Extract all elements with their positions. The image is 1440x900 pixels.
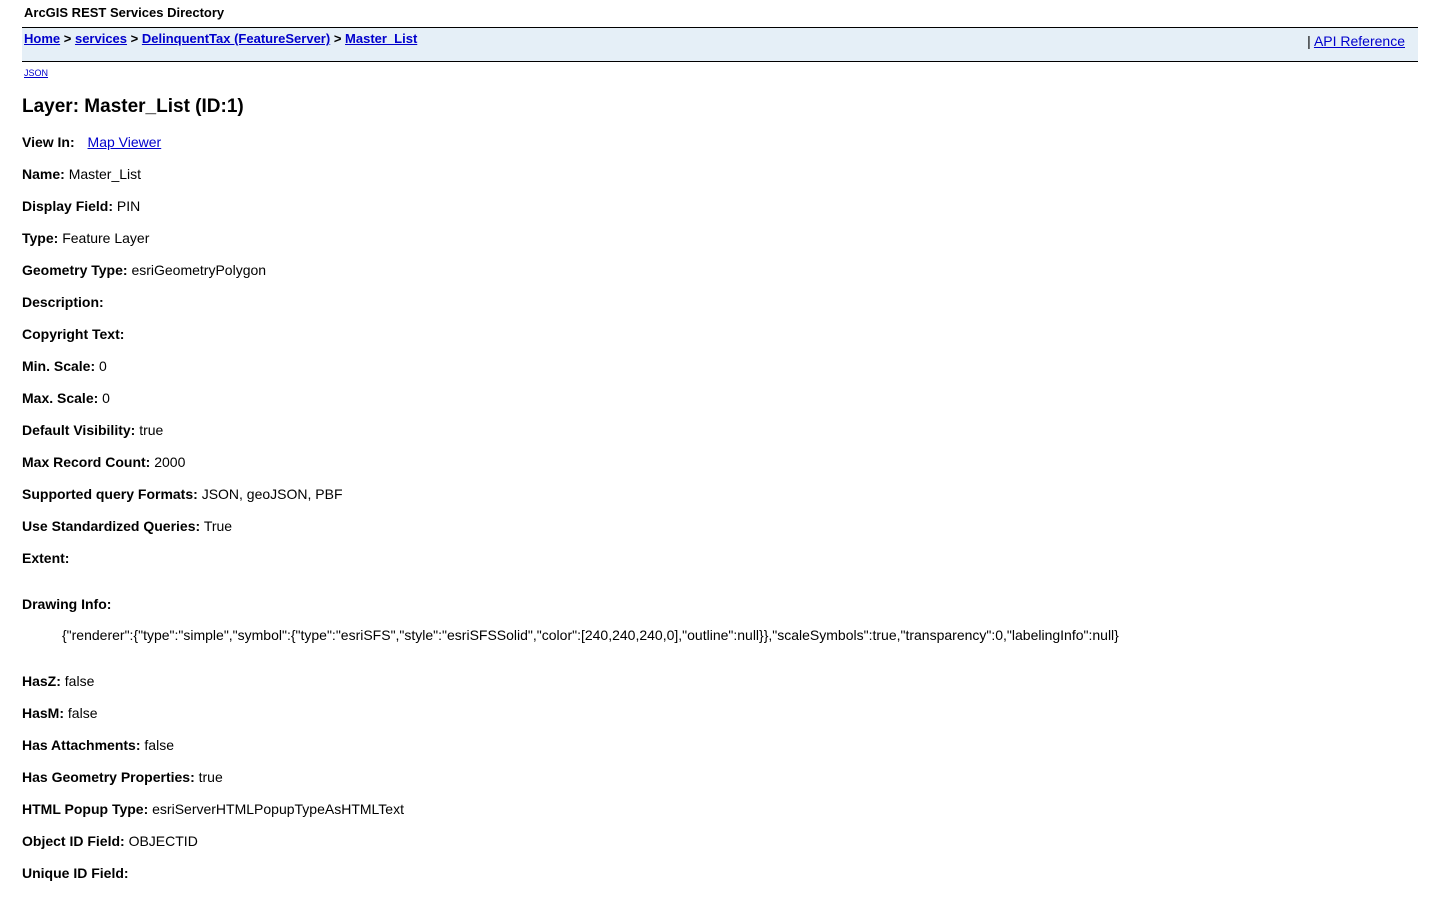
field-label: Name: [22, 166, 65, 182]
field-extent: Extent: [22, 550, 69, 567]
field-hasz: HasZ: false [22, 673, 94, 690]
field-label: Max Record Count: [22, 454, 151, 470]
field-value: Master_List [68, 166, 142, 182]
field-value: Feature Layer [62, 230, 150, 246]
view-in-label: View In: [22, 134, 75, 150]
field-label: Use Standardized Queries: [22, 518, 201, 534]
field-max-record-count: Max Record Count: 2000 [22, 454, 185, 471]
field-label: Min. Scale: [22, 358, 96, 374]
field-value: OBJECTID [128, 833, 198, 849]
page: ArcGIS REST Services Directory Home > se… [0, 0, 1440, 900]
field-value: 0 [99, 358, 107, 374]
breadcrumb: Home > services > DelinquentTax (Feature… [24, 31, 417, 46]
api-reference: | API Reference [1307, 33, 1405, 49]
app-title: ArcGIS REST Services Directory [24, 5, 225, 20]
field-value: 2000 [154, 454, 186, 470]
api-separator: | [1307, 33, 1311, 49]
field-value: JSON, geoJSON, PBF [201, 486, 343, 502]
field-supported-query-formats: Supported query Formats: JSON, geoJSON, … [22, 486, 343, 503]
breadcrumb-featureserver[interactable]: DelinquentTax (FeatureServer) [142, 31, 330, 46]
field-label: HasM: [22, 705, 65, 721]
field-hasm: HasM: false [22, 705, 97, 722]
field-label: Supported query Formats: [22, 486, 198, 502]
field-value: true [198, 769, 223, 785]
field-has-geometry-properties: Has Geometry Properties: true [22, 769, 223, 786]
field-label: Extent: [22, 550, 70, 566]
field-label: Type: [22, 230, 59, 246]
field-label: Display Field: [22, 198, 114, 214]
breadcrumb-bar: Home > services > DelinquentTax (Feature… [22, 28, 1418, 62]
field-value: 0 [102, 390, 110, 406]
field-unique-id-field: Unique ID Field: [22, 865, 129, 882]
map-viewer-link[interactable]: Map Viewer [88, 134, 162, 150]
field-label: Drawing Info: [22, 596, 112, 612]
field-value: true [139, 422, 164, 438]
field-label: Object ID Field: [22, 833, 125, 849]
field-label: Unique ID Field: [22, 865, 129, 881]
field-label: Max. Scale: [22, 390, 99, 406]
field-label: Has Attachments: [22, 737, 141, 753]
breadcrumb-layer[interactable]: Master_List [345, 31, 417, 46]
field-value: false [144, 737, 174, 753]
field-label: Geometry Type: [22, 262, 128, 278]
page-title: Layer: Master_List (ID:1) [22, 96, 244, 117]
field-label: Default Visibility: [22, 422, 136, 438]
field-drawing-info: Drawing Info: [22, 596, 111, 613]
field-type: Type: Feature Layer [22, 230, 149, 247]
field-value: false [64, 673, 95, 689]
breadcrumb-separator: > [130, 31, 139, 46]
field-has-attachments: Has Attachments: false [22, 737, 174, 754]
field-label: HTML Popup Type: [22, 801, 149, 817]
field-label: Description: [22, 294, 104, 310]
field-value: True [203, 518, 233, 534]
field-default-visibility: Default Visibility: true [22, 422, 163, 439]
field-description: Description: [22, 294, 104, 311]
field-copyright-text: Copyright Text: [22, 326, 124, 343]
drawing-info-value: {"renderer":{"type":"simple","symbol":{"… [62, 627, 1119, 643]
field-name: Name: Master_List [22, 166, 141, 183]
breadcrumb-separator: > [333, 31, 342, 46]
api-reference-link[interactable]: API Reference [1314, 33, 1405, 49]
header-bar: ArcGIS REST Services Directory [22, 0, 1418, 28]
breadcrumb-home[interactable]: Home [24, 31, 60, 46]
field-label: HasZ: [22, 673, 61, 689]
field-object-id-field: Object ID Field: OBJECTID [22, 833, 198, 850]
breadcrumb-separator: > [63, 31, 72, 46]
field-display-field: Display Field: PIN [22, 198, 140, 215]
field-min-scale: Min. Scale: 0 [22, 358, 107, 375]
view-in-row: View In: Map Viewer [22, 134, 161, 151]
field-geometry-type: Geometry Type: esriGeometryPolygon [22, 262, 266, 279]
json-format-link[interactable]: JSON [24, 68, 48, 78]
field-value: esriGeometryPolygon [131, 262, 267, 278]
field-html-popup-type: HTML Popup Type: esriServerHTMLPopupType… [22, 801, 404, 818]
field-max-scale: Max. Scale: 0 [22, 390, 110, 407]
field-value: esriServerHTMLPopupTypeAsHTMLText [152, 801, 404, 817]
field-use-standardized-queries: Use Standardized Queries: True [22, 518, 232, 535]
field-label: Copyright Text: [22, 326, 125, 342]
field-label: Has Geometry Properties: [22, 769, 195, 785]
breadcrumb-services[interactable]: services [75, 31, 127, 46]
field-value: false [67, 705, 98, 721]
field-value: PIN [116, 198, 141, 214]
